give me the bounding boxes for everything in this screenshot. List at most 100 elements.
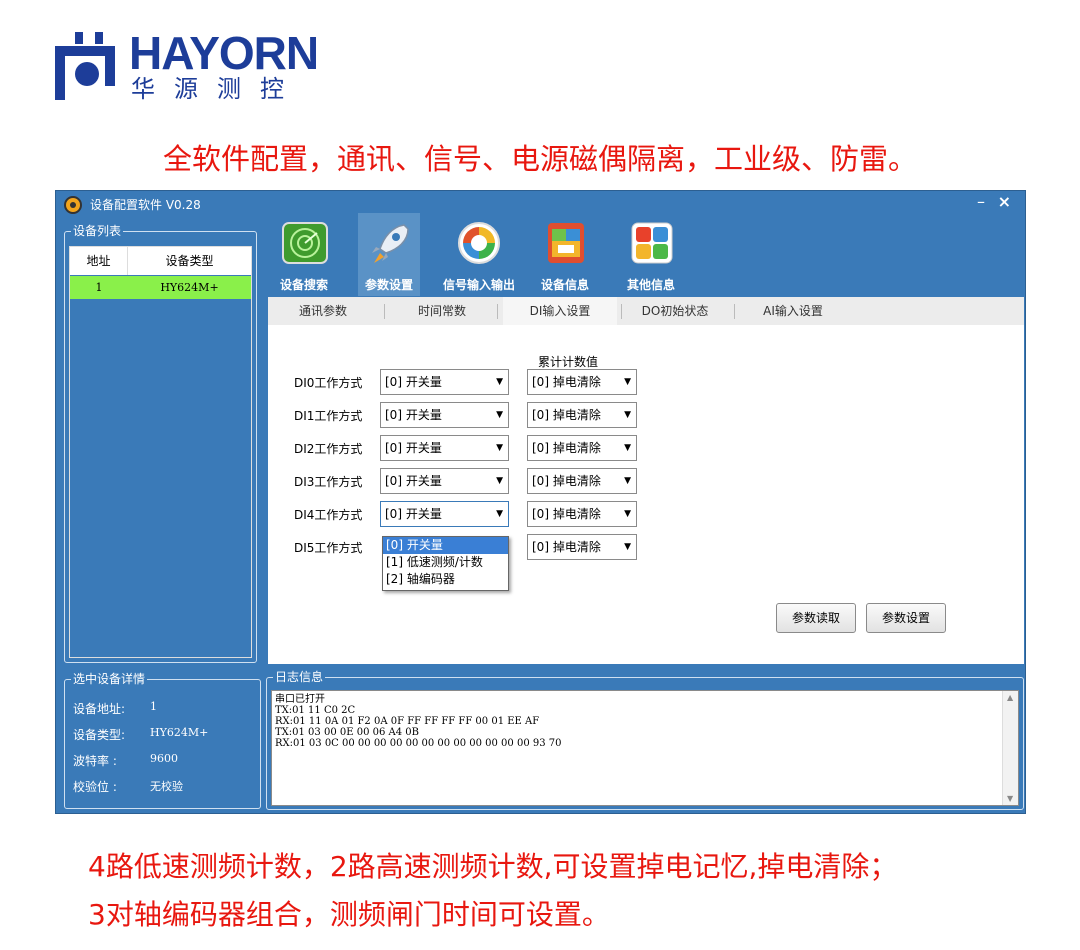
detail-baud-label: 波特率 : — [73, 754, 117, 768]
content-panel: 通讯参数 时间常数 DI输入设置 DO初始状态 AI输入设置 累计计数值 DI0… — [268, 297, 1024, 664]
param-settings-button[interactable]: 参数设置 — [358, 213, 420, 296]
di4-mode-select[interactable]: [0] 开关量 ▼ — [380, 501, 509, 527]
close-button[interactable]: × — [998, 192, 1011, 211]
detail-type: 设备类型: HY624M+ — [73, 726, 208, 743]
device-info-label: 设备信息 — [540, 278, 589, 292]
signal-io-button[interactable]: 信号输入输出 — [436, 213, 522, 296]
di5-accum-value: [0] 掉电清除 — [532, 540, 601, 554]
di3-mode-select[interactable]: [0] 开关量 ▼ — [380, 468, 509, 494]
tab-separator — [384, 304, 385, 319]
log-line: 串口已打开 — [275, 694, 325, 705]
read-params-button[interactable]: 参数读取 — [776, 603, 856, 633]
log-scrollbar[interactable]: ▲ ▼ — [1002, 691, 1018, 805]
device-type: HY624M+ — [160, 281, 219, 294]
scroll-down-icon[interactable]: ▼ — [1007, 794, 1013, 803]
app-window: 设备配置软件 V0.28 – × 设备列表 地址 设备类型 1 HY624M+ … — [55, 190, 1026, 814]
device-search-label: 设备搜索 — [279, 278, 328, 292]
di2-accum-value: [0] 掉电清除 — [532, 441, 601, 455]
di4-mode-value: [0] 开关量 — [385, 507, 442, 521]
gear-icon — [64, 196, 82, 214]
logo-english: HAYORN — [129, 27, 319, 79]
toolbar: 设备搜索 参数设置 信号输入输出 设备信息 其他信息 — [268, 213, 1023, 296]
dropdown-option[interactable]: [1] 低速测频/计数 — [383, 554, 508, 571]
di0-accum-value: [0] 掉电清除 — [532, 375, 601, 389]
mode-dropdown-list[interactable]: [0] 开关量 [1] 低速测频/计数 [2] 轴编码器 — [382, 536, 509, 591]
di4-accum-select[interactable]: [0] 掉电清除 ▼ — [527, 501, 637, 527]
device-detail-label: 选中设备详情 — [71, 671, 148, 687]
column-header-address[interactable]: 地址 — [70, 247, 128, 275]
detail-baud: 波特率 : 9600 — [73, 752, 178, 769]
device-list-header: 地址 设备类型 — [70, 247, 251, 275]
device-list[interactable]: 地址 设备类型 1 HY624M+ — [69, 246, 252, 658]
device-search-button[interactable]: 设备搜索 — [273, 213, 335, 296]
detail-baud-value: 9600 — [150, 752, 178, 765]
chevron-down-icon: ▼ — [624, 542, 631, 552]
detail-address-value: 1 — [150, 700, 157, 713]
di1-accum-value: [0] 掉电清除 — [532, 408, 601, 422]
accum-header: 累计计数值 — [538, 355, 599, 369]
footer-line-2: 3对轴编码器组合，测频闸门时间可设置。 — [88, 898, 610, 931]
chevron-down-icon: ▼ — [496, 476, 503, 486]
log-line: TX:01 03 00 0E 00 06 A4 0B — [275, 727, 419, 738]
di0-label: DI0工作方式 — [294, 376, 363, 390]
di1-mode-select[interactable]: [0] 开关量 ▼ — [380, 402, 509, 428]
detail-parity: 校验位 : 无校验 — [73, 778, 183, 795]
device-address: 1 — [95, 281, 103, 294]
chevron-down-icon: ▼ — [624, 410, 631, 420]
log-group: 日志信息 串口已打开 TX:01 11 C0 2C RX:01 11 0A 01 F… — [266, 669, 1024, 810]
chevron-down-icon: ▼ — [496, 443, 503, 453]
di0-accum-select[interactable]: [0] 掉电清除 ▼ — [527, 369, 637, 395]
scroll-up-icon[interactable]: ▲ — [1007, 693, 1013, 702]
log-label: 日志信息 — [273, 669, 326, 685]
log-content: 串口已打开 TX:01 11 C0 2C RX:01 11 0A 01 F2 0A … — [275, 694, 561, 749]
log-textarea[interactable]: 串口已打开 TX:01 11 C0 2C RX:01 11 0A 01 F2 0A … — [271, 690, 1019, 806]
tab-di-input[interactable]: DI输入设置 — [503, 297, 617, 325]
di2-label: DI2工作方式 — [294, 442, 363, 456]
radar-icon — [282, 222, 328, 264]
chevron-down-icon: ▼ — [624, 509, 631, 519]
log-line: TX:01 11 C0 2C — [275, 705, 356, 716]
dropdown-option[interactable]: [2] 轴编码器 — [383, 571, 508, 588]
di1-accum-select[interactable]: [0] 掉电清除 ▼ — [527, 402, 637, 428]
tab-do-initial[interactable]: DO初始状态 — [625, 297, 725, 325]
chevron-down-icon: ▼ — [496, 377, 503, 387]
detail-type-value: HY624M+ — [150, 726, 209, 739]
device-list-group: 设备列表 地址 设备类型 1 HY624M+ — [64, 223, 257, 663]
di2-mode-select[interactable]: [0] 开关量 ▼ — [380, 435, 509, 461]
chevron-down-icon: ▼ — [624, 476, 631, 486]
di3-accum-value: [0] 掉电清除 — [532, 474, 601, 488]
company-logo: HAYORN 华源测控 — [55, 28, 355, 103]
minimize-button[interactable]: – — [977, 192, 985, 211]
tab-comm-params[interactable]: 通讯参数 — [268, 297, 378, 325]
set-params-button[interactable]: 参数设置 — [866, 603, 946, 633]
rocket-icon — [372, 224, 409, 263]
tab-ai-input[interactable]: AI输入设置 — [738, 297, 848, 325]
di1-label: DI1工作方式 — [294, 409, 363, 423]
di0-mode-value: [0] 开关量 — [385, 375, 442, 389]
chevron-down-icon: ▼ — [496, 509, 503, 519]
window-title: 设备配置软件 V0.28 — [90, 198, 201, 212]
di1-mode-value: [0] 开关量 — [385, 408, 442, 422]
detail-address: 设备地址: 1 — [73, 700, 157, 717]
di0-mode-select[interactable]: [0] 开关量 ▼ — [380, 369, 509, 395]
di2-mode-value: [0] 开关量 — [385, 441, 442, 455]
dropdown-option[interactable]: [0] 开关量 — [383, 537, 508, 554]
other-info-button[interactable]: 其他信息 — [620, 213, 682, 296]
di2-accum-select[interactable]: [0] 掉电清除 ▼ — [527, 435, 637, 461]
other-info-label: 其他信息 — [626, 278, 675, 292]
tab-time-constant[interactable]: 时间常数 — [388, 297, 496, 325]
device-row[interactable]: 1 HY624M+ — [70, 276, 251, 299]
di4-label: DI4工作方式 — [294, 508, 363, 522]
di4-accum-value: [0] 掉电清除 — [532, 507, 601, 521]
log-line: RX:01 03 0C 00 00 00 00 00 00 00 00 00 0… — [275, 738, 562, 749]
device-detail-group: 选中设备详情 设备地址: 1 设备类型: HY624M+ 波特率 : 9600 … — [64, 671, 261, 809]
di3-accum-select[interactable]: [0] 掉电清除 ▼ — [527, 468, 637, 494]
logo-mark-icon — [55, 32, 115, 100]
column-header-type[interactable]: 设备类型 — [128, 247, 251, 275]
detail-parity-value: 无校验 — [150, 780, 183, 793]
logo-chinese: 华源测控 — [131, 75, 303, 103]
device-info-button[interactable]: 设备信息 — [534, 213, 596, 296]
signal-io-label: 信号输入输出 — [442, 278, 515, 292]
detail-address-label: 设备地址: — [73, 702, 126, 716]
di5-accum-select[interactable]: [0] 掉电清除 ▼ — [527, 534, 637, 560]
